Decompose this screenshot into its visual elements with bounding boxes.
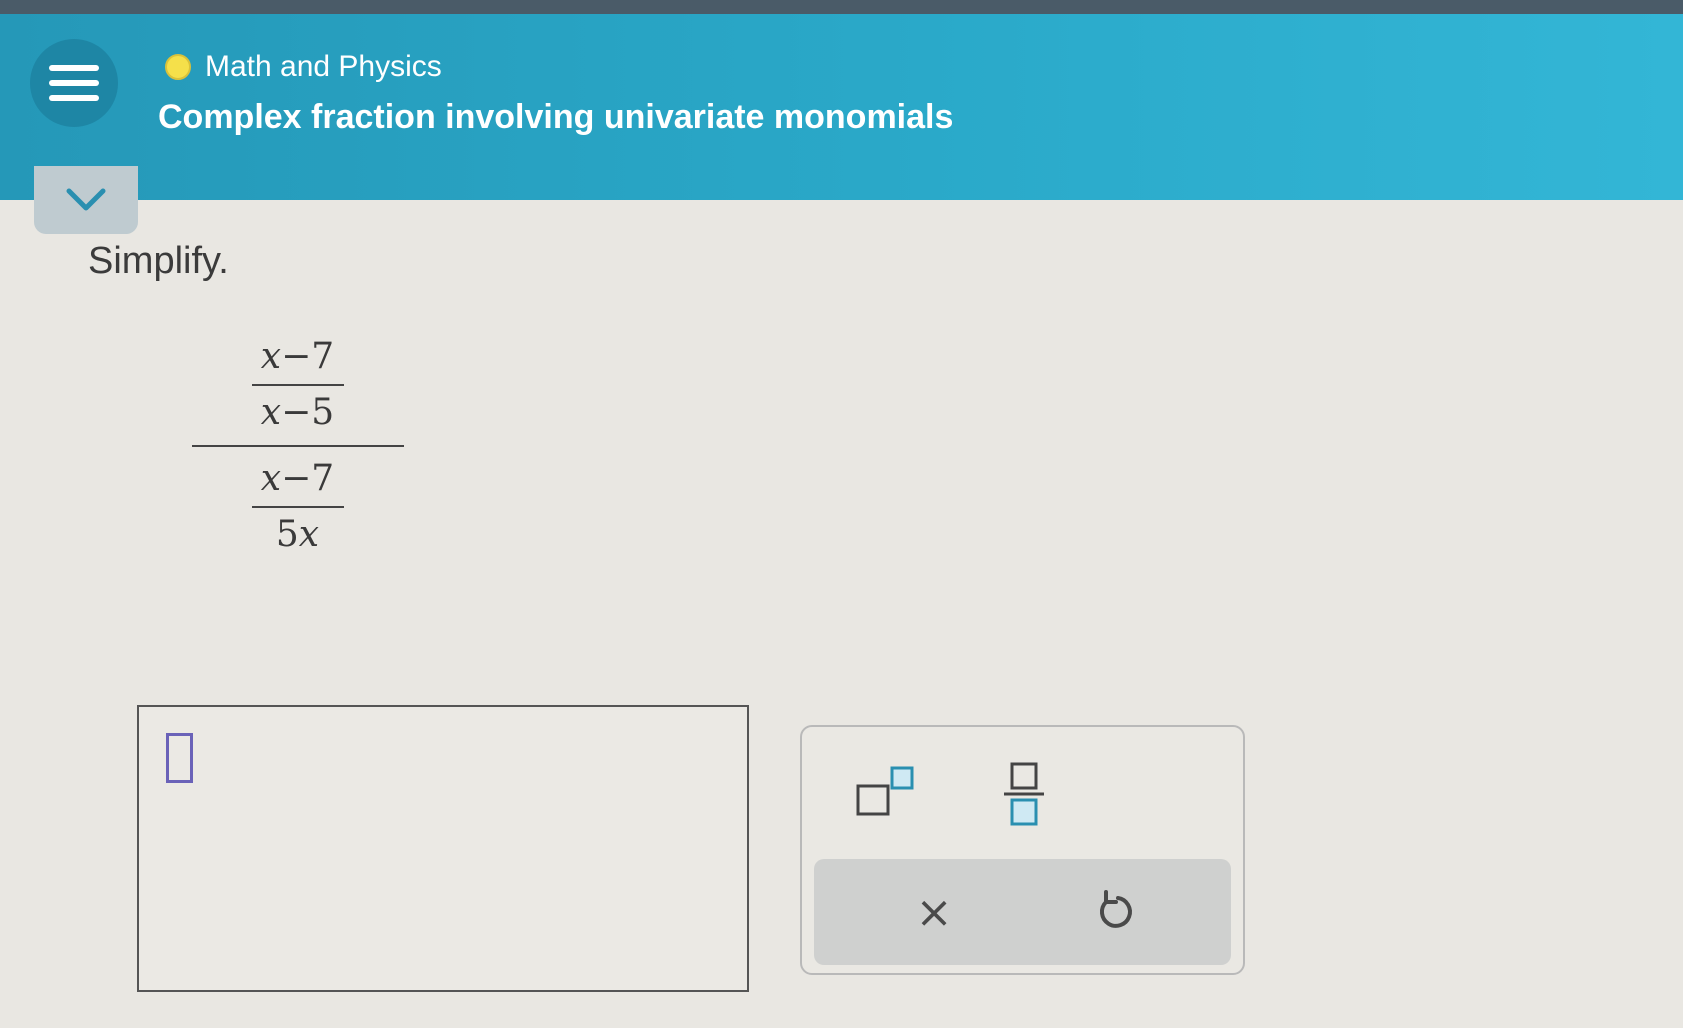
main-fraction-bar	[191, 445, 404, 447]
superscript-icon	[856, 766, 914, 816]
topic-label: Math and Physics	[205, 50, 442, 83]
clear-button[interactable]: ×	[894, 874, 974, 950]
page-title: Complex fraction involving univariate mo…	[158, 98, 954, 136]
undo-button[interactable]	[1074, 874, 1154, 950]
answer-input[interactable]	[137, 705, 749, 992]
page: Math and Physics Complex fraction involv…	[0, 0, 1683, 1028]
menu-icon-line	[49, 65, 99, 71]
top-fraction: x−7 x−5	[251, 330, 344, 440]
fraction-button[interactable]	[994, 749, 1054, 839]
bottom-fraction-denominator: 5x	[275, 514, 320, 555]
fraction-icon	[1004, 762, 1044, 826]
problem-instruction: Simplify.	[88, 240, 229, 282]
top-fraction-numerator: x−7	[260, 336, 335, 377]
menu-icon-line	[49, 95, 99, 101]
topic-row: Math and Physics	[165, 50, 442, 84]
bottom-fraction-numerator: x−7	[260, 458, 335, 499]
complex-fraction: x−7 x−5 x−7 5x	[190, 330, 405, 562]
menu-icon-line	[49, 80, 99, 86]
menu-button[interactable]	[30, 39, 118, 127]
math-keypad: ×	[800, 725, 1245, 975]
top-strip	[0, 0, 1683, 14]
input-cursor-placeholder[interactable]	[166, 733, 193, 783]
keypad-action-bar: ×	[814, 859, 1231, 965]
top-fraction-denominator: x−5	[260, 392, 335, 433]
bottom-fraction: x−7 5x	[251, 452, 344, 562]
header: Math and Physics Complex fraction involv…	[0, 14, 1683, 200]
undo-icon	[1099, 890, 1132, 928]
topic-status-icon	[165, 54, 191, 80]
collapse-toggle[interactable]	[34, 166, 138, 234]
chevron-down-icon	[66, 188, 106, 211]
superscript-button[interactable]	[844, 757, 924, 827]
